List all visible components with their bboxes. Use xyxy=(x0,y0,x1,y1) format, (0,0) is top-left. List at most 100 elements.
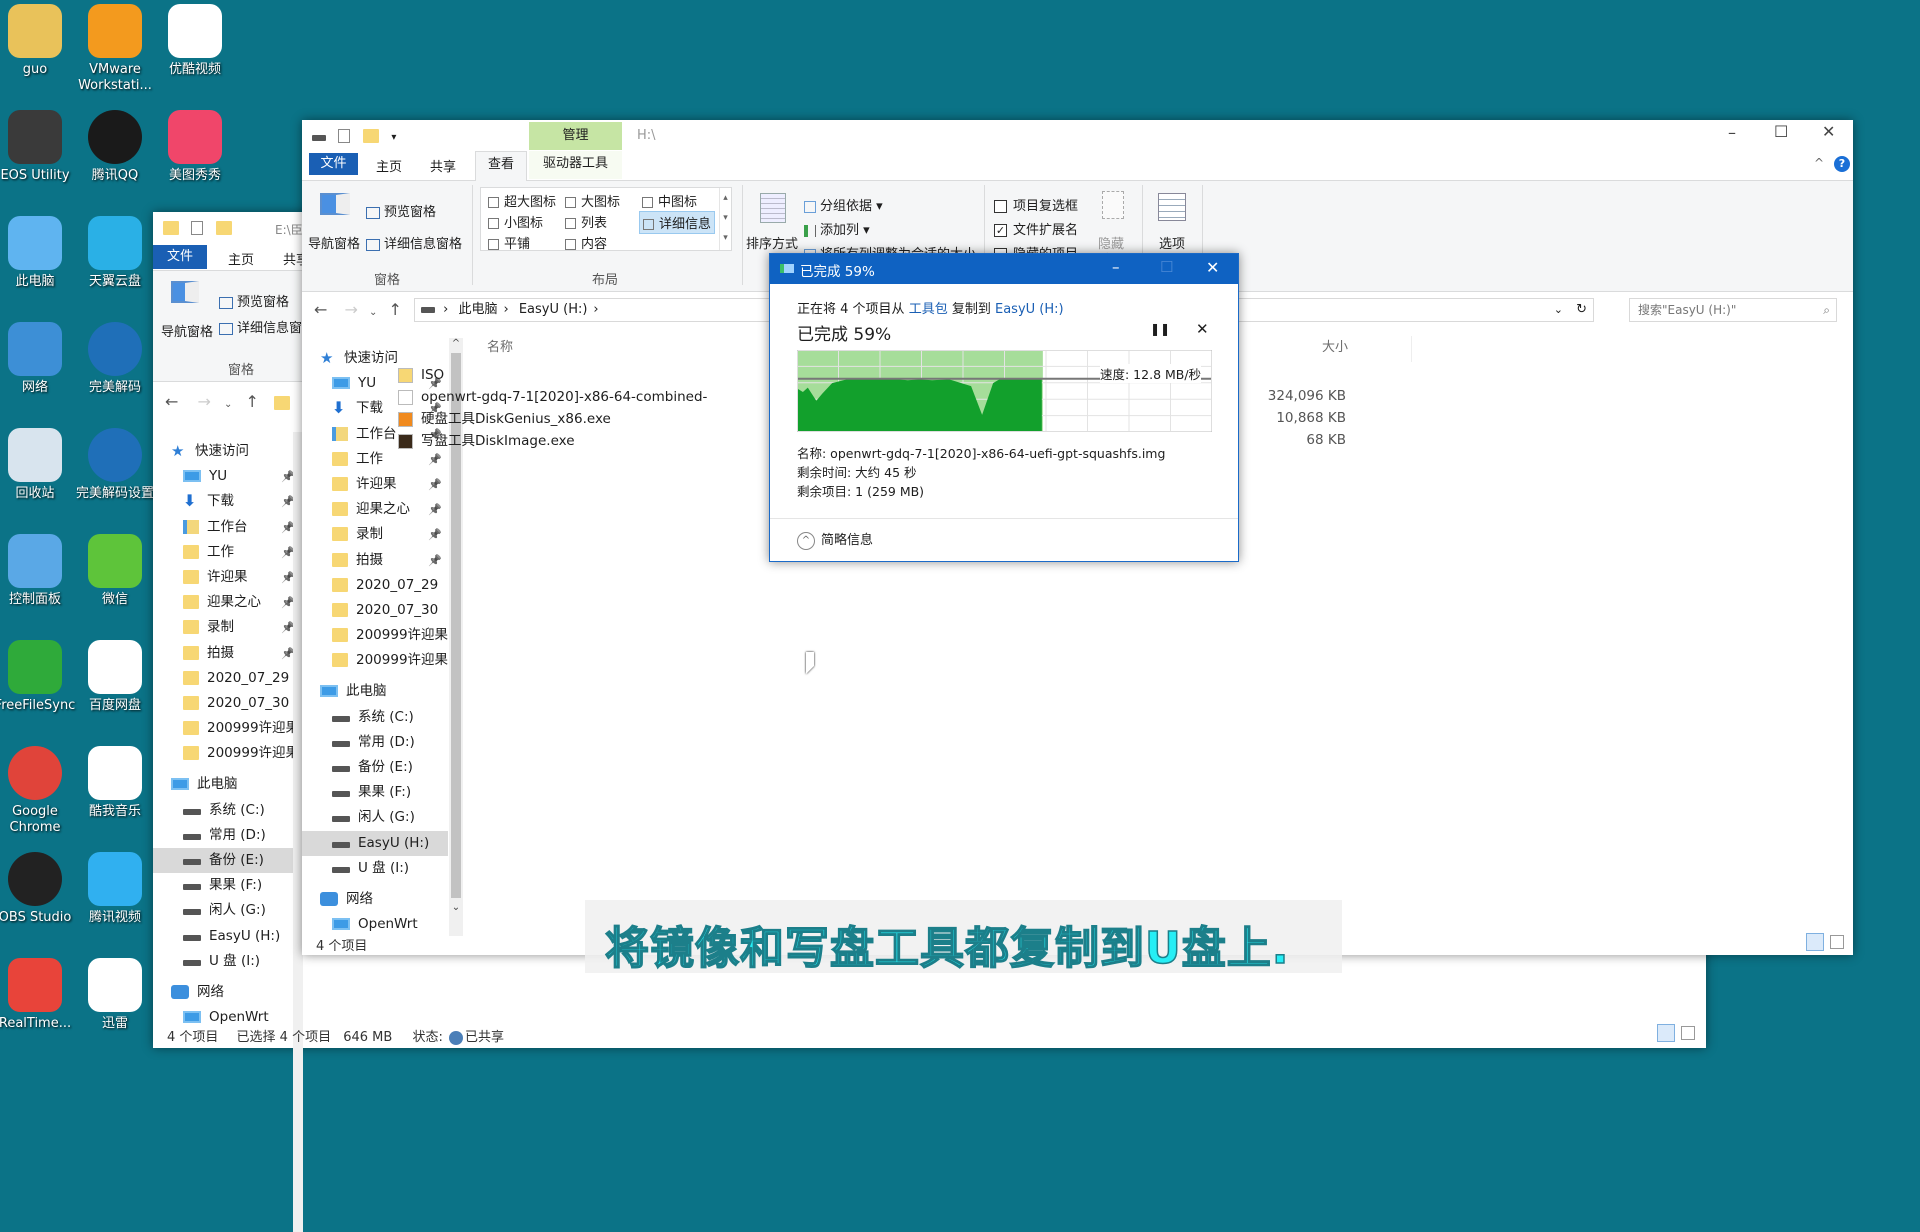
file-row[interactable]: 写盘工具DiskImage.exe xyxy=(398,430,643,452)
nav-item[interactable]: 网络 xyxy=(302,887,448,912)
nav-item[interactable]: 常用 (D:) xyxy=(302,730,448,755)
back-arrow-icon[interactable]: ← xyxy=(165,392,178,411)
layout-option[interactable]: 超大图标 xyxy=(485,190,559,211)
nav-item[interactable]: 常用 (D:) xyxy=(153,823,301,848)
back-navigation-pane[interactable]: ★ 快速访问 YU 📌 ⬇ 下载 📌 工作台 📌 工作 📌 许迎果 📌 迎果之心 📌 录制 📌 拍摄 📌 2020_0… xyxy=(153,439,301,1030)
desktop-icon[interactable]: 网络 xyxy=(0,322,80,396)
file-row[interactable]: openwrt-gdq-7-1[2020]-x86-64-combined- xyxy=(398,386,707,408)
nav-item[interactable]: 果果 (F:) xyxy=(302,780,448,805)
forward-arrow-icon[interactable]: → xyxy=(345,300,358,319)
nav-item[interactable]: YU 📌 xyxy=(153,464,301,489)
tab-home[interactable]: 主页 xyxy=(376,156,402,175)
new-folder-icon[interactable] xyxy=(362,129,379,143)
nav-item[interactable]: 网络 xyxy=(153,980,301,1005)
checkbox-checked[interactable]: ✓ xyxy=(994,224,1007,237)
address-dropdown-icon[interactable]: ⌄ xyxy=(1554,299,1563,321)
pin-icon[interactable]: 📌 xyxy=(428,548,442,573)
nav-item[interactable]: 此电脑 xyxy=(153,772,301,797)
gallery-scroll[interactable]: ▴ ▾ ▾ xyxy=(719,188,731,250)
item-checkboxes-toggle[interactable]: 项目复选框 xyxy=(994,195,1078,214)
large-icons-view-icon[interactable] xyxy=(1830,935,1844,949)
nav-item[interactable]: EasyU (H:) xyxy=(153,924,301,949)
layout-gallery[interactable]: 超大图标 大图标 中图标 小图标 列表 详细信息 平铺 内容 ▴ ▾ ▾ xyxy=(480,187,732,253)
pin-icon[interactable]: 📌 xyxy=(428,472,442,497)
details-view-icon[interactable] xyxy=(1657,1024,1675,1042)
search-icon[interactable]: ⌕ xyxy=(1823,299,1830,321)
desktop-icon[interactable]: EOS Utility xyxy=(0,110,80,184)
nav-item[interactable]: 闲人 (G:) xyxy=(153,898,301,923)
nav-item[interactable]: 果果 (F:) xyxy=(153,873,301,898)
less-details-button[interactable]: ^ 简略信息 xyxy=(797,529,873,550)
layout-option[interactable]: 中图标 xyxy=(639,190,700,211)
desktop-icon[interactable]: 优酷视频 xyxy=(150,4,240,78)
dialog-close-button[interactable]: ✕ xyxy=(1206,258,1219,277)
layout-option[interactable]: 列表 xyxy=(562,211,610,232)
forward-arrow-icon[interactable]: → xyxy=(198,392,211,411)
nav-item[interactable]: 200999许迎果 多 xyxy=(153,741,301,766)
collapse-ribbon-icon[interactable]: ^ xyxy=(1814,156,1824,170)
nav-item[interactable]: 录制 📌 xyxy=(153,615,301,640)
nav-item[interactable]: 备份 (E:) xyxy=(153,848,301,874)
nav-pane-button[interactable]: 导航窗格 xyxy=(308,233,360,252)
breadcrumb-easyu[interactable]: EasyU (H:) xyxy=(519,302,588,317)
desktop-icon[interactable]: 天翼云盘 xyxy=(70,216,160,290)
tab-view[interactable]: 查看 xyxy=(475,151,527,181)
properties-icon[interactable] xyxy=(191,221,204,235)
back-tab-file[interactable]: 文件 xyxy=(153,245,207,269)
destination-link[interactable]: EasyU (H:) xyxy=(995,302,1064,317)
pause-button[interactable]: ❚❚ xyxy=(1150,322,1170,336)
nav-item[interactable]: 工作 📌 xyxy=(153,540,301,565)
source-link[interactable]: 工具包 xyxy=(909,302,948,317)
nav-item[interactable]: EasyU (H:) xyxy=(302,830,448,856)
file-row[interactable]: ISO xyxy=(398,364,643,386)
file-extensions-toggle[interactable]: ✓ 文件扩展名 xyxy=(994,219,1078,238)
details-view-icon[interactable] xyxy=(1806,933,1824,951)
nav-item[interactable]: 拍摄 📌 xyxy=(153,641,301,666)
desktop-icon[interactable]: Google Chrome xyxy=(0,746,80,836)
pin-icon[interactable]: 📌 xyxy=(428,522,442,547)
nav-item[interactable]: 备份 (E:) xyxy=(302,755,448,780)
nav-item[interactable]: 许迎果 📌 xyxy=(153,565,301,590)
nav-item[interactable]: 工作台 📌 xyxy=(153,515,301,540)
desktop-icon[interactable]: 百度网盘 xyxy=(70,640,160,714)
group-by-button[interactable]: 分组依据 ▾ xyxy=(804,195,883,214)
nav-item[interactable]: 2020_07_29 xyxy=(302,573,448,598)
options-button[interactable]: 选项 xyxy=(1159,233,1185,252)
desktop-icon[interactable]: 完美解码 xyxy=(70,322,160,396)
desktop-icon[interactable]: 控制面板 xyxy=(0,534,80,608)
context-tab-manage[interactable]: 管理 xyxy=(529,122,622,150)
scroll-up-icon[interactable]: ^ xyxy=(449,338,463,349)
nav-item[interactable]: 2020_07_30 xyxy=(153,691,301,716)
nav-item[interactable]: 200999许迎果 多 xyxy=(302,623,448,648)
scroll-down-icon[interactable]: ⌄ xyxy=(449,902,463,913)
close-button[interactable]: ✕ xyxy=(1822,122,1835,141)
desktop-icon[interactable]: 腾讯QQ xyxy=(70,110,160,184)
back-arrow-icon[interactable]: ← xyxy=(314,300,327,319)
back-tab-home[interactable]: 主页 xyxy=(228,249,254,268)
cancel-button[interactable]: ✕ xyxy=(1196,320,1209,338)
column-header-name[interactable]: 名称 xyxy=(487,336,513,355)
nav-pane-button[interactable]: 导航窗格 xyxy=(161,321,213,340)
desktop-icon[interactable]: RealTime... xyxy=(0,958,80,1032)
desktop-icon[interactable]: 回收站 xyxy=(0,428,80,502)
layout-option[interactable]: 内容 xyxy=(562,232,610,253)
properties-icon[interactable] xyxy=(338,129,351,143)
nav-item[interactable]: 2020_07_30 xyxy=(302,598,448,623)
desktop-icon[interactable]: 此电脑 xyxy=(0,216,80,290)
breadcrumb-this-pc[interactable]: 此电脑 xyxy=(458,302,497,317)
layout-option[interactable]: 大图标 xyxy=(562,190,623,211)
details-pane-button[interactable]: 详细信息窗格 xyxy=(366,233,462,252)
up-arrow-icon[interactable]: ↑ xyxy=(245,392,258,411)
add-column-button[interactable]: 添加列 ▾ xyxy=(804,219,870,238)
nav-item[interactable]: 200999许迎果 多 xyxy=(302,648,448,673)
search-box[interactable]: 搜索"EasyU (H:)" ⌕ xyxy=(1629,298,1837,322)
refresh-icon[interactable]: ↻ xyxy=(1576,299,1587,321)
nav-item[interactable]: 系统 (C:) xyxy=(302,705,448,730)
recent-chevron-icon[interactable]: ⌄ xyxy=(369,307,377,318)
layout-option[interactable]: 平铺 xyxy=(485,232,533,253)
desktop-icon[interactable]: VMware Workstati... xyxy=(70,4,160,94)
nav-item[interactable]: ★ 快速访问 xyxy=(153,439,301,464)
minimize-button[interactable]: – xyxy=(1728,123,1736,142)
desktop-icon[interactable]: 腾讯视频 xyxy=(70,852,160,926)
tab-share[interactable]: 共享 xyxy=(430,156,456,175)
